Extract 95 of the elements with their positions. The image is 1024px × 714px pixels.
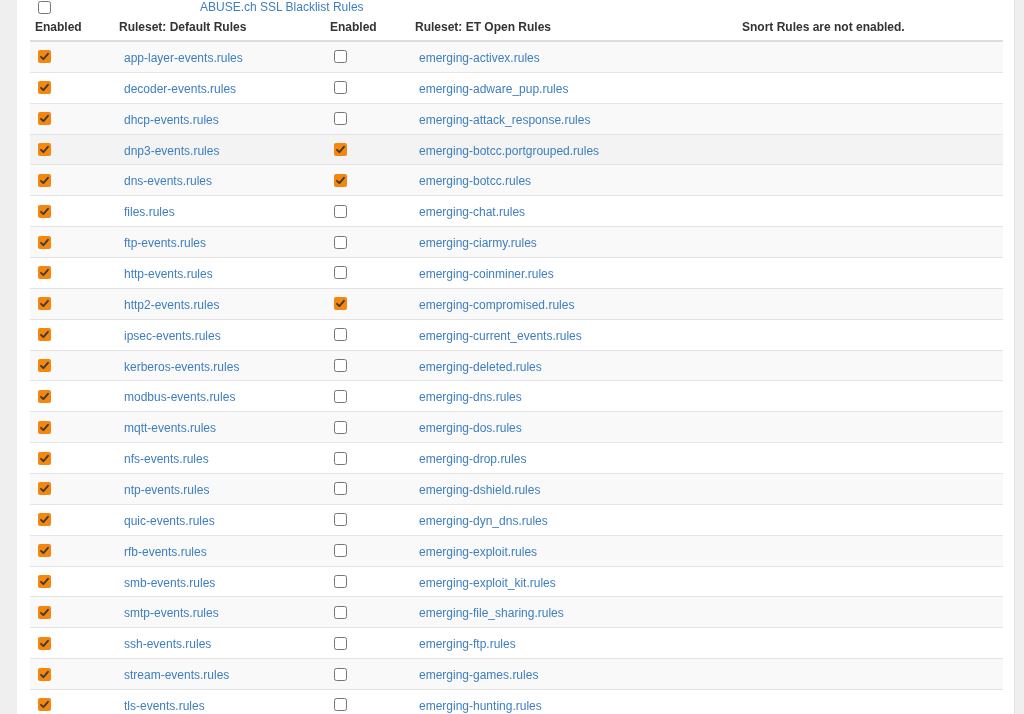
checkbox[interactable] bbox=[38, 143, 51, 156]
checkbox[interactable] bbox=[334, 143, 347, 156]
checkbox[interactable] bbox=[334, 173, 347, 187]
rule-link[interactable]: emerging-file_sharing.rules bbox=[419, 606, 564, 621]
checkbox[interactable] bbox=[38, 0, 51, 14]
rule-link[interactable]: emerging-ftp.rules bbox=[419, 637, 516, 652]
rule-link[interactable]: emerging-botcc.portgrouped.rules bbox=[419, 143, 600, 158]
checkbox[interactable] bbox=[38, 297, 51, 311]
checkbox[interactable] bbox=[334, 266, 347, 280]
rule-link[interactable]: emerging-hunting.rules bbox=[419, 698, 542, 713]
checkbox[interactable] bbox=[38, 544, 51, 558]
checkbox[interactable] bbox=[38, 235, 51, 249]
checkbox[interactable] bbox=[334, 667, 347, 681]
checkbox[interactable] bbox=[38, 451, 51, 465]
rule-link[interactable]: emerging-botcc.rules bbox=[419, 174, 532, 189]
column-header: Snort Rules are not enabled. bbox=[742, 20, 905, 34]
rule-link[interactable]: emerging-compromised.rules bbox=[419, 297, 575, 312]
checkbox[interactable] bbox=[38, 482, 51, 496]
checkbox[interactable] bbox=[334, 81, 347, 95]
checkbox[interactable] bbox=[334, 297, 347, 311]
rule-link[interactable]: emerging-dos.rules bbox=[419, 421, 522, 436]
rule-link[interactable]: kerberos-events.rules bbox=[124, 359, 240, 374]
checkbox[interactable] bbox=[38, 698, 51, 712]
checkbox[interactable] bbox=[334, 50, 347, 64]
rule-link[interactable]: emerging-attack_response.rules bbox=[419, 112, 591, 127]
checkbox[interactable] bbox=[38, 667, 51, 681]
rule-link[interactable]: emerging-activex.rules bbox=[419, 50, 540, 65]
rule-link[interactable]: emerging-deleted.rules bbox=[419, 359, 542, 374]
checkbox[interactable] bbox=[38, 328, 51, 342]
checkbox[interactable] bbox=[334, 605, 347, 619]
column-header: Ruleset: Default Rules bbox=[119, 20, 247, 34]
checkbox[interactable] bbox=[334, 389, 347, 403]
checkbox[interactable] bbox=[334, 112, 347, 126]
checkbox[interactable] bbox=[334, 359, 347, 372]
rule-link[interactable]: ntp-events.rules bbox=[124, 482, 210, 497]
rule-link[interactable]: dhcp-events.rules bbox=[124, 112, 219, 127]
rule-link[interactable]: ipsec-events.rules bbox=[124, 328, 221, 343]
rule-link[interactable]: emerging-current_events.rules bbox=[419, 328, 582, 343]
column-header: Enabled bbox=[35, 20, 82, 34]
rule-link[interactable]: emerging-coinminer.rules bbox=[419, 266, 554, 281]
checkbox[interactable] bbox=[334, 420, 347, 434]
rule-link[interactable]: smb-events.rules bbox=[124, 575, 216, 590]
rule-link[interactable]: app-layer-events.rules bbox=[124, 50, 243, 65]
checkbox[interactable] bbox=[38, 513, 51, 527]
rule-link[interactable]: emerging-drop.rules bbox=[419, 452, 527, 467]
checkbox[interactable] bbox=[334, 698, 347, 712]
checkbox[interactable] bbox=[38, 81, 51, 95]
checkbox[interactable] bbox=[38, 50, 51, 64]
checkbox[interactable] bbox=[38, 575, 51, 589]
checkbox[interactable] bbox=[38, 636, 51, 650]
checkbox[interactable] bbox=[38, 605, 51, 619]
checkbox[interactable] bbox=[334, 544, 347, 558]
rule-link[interactable]: smtp-events.rules bbox=[124, 606, 219, 621]
rule-link[interactable]: emerging-dshield.rules bbox=[419, 482, 541, 497]
checkbox[interactable] bbox=[38, 204, 51, 218]
checkbox[interactable] bbox=[38, 266, 51, 280]
rule-link[interactable]: emerging-games.rules bbox=[419, 668, 539, 683]
rule-link[interactable]: nfs-events.rules bbox=[124, 452, 209, 467]
rule-link[interactable]: ftp-events.rules bbox=[124, 236, 207, 251]
rule-link[interactable]: ssh-events.rules bbox=[124, 637, 212, 652]
rule-link[interactable]: ABUSE.ch SSL Blacklist Rules bbox=[200, 0, 364, 14]
checkbox[interactable] bbox=[334, 235, 347, 249]
rule-link[interactable]: quic-events.rules bbox=[124, 513, 215, 528]
rule-link[interactable]: emerging-exploit.rules bbox=[419, 544, 538, 559]
rule-link[interactable]: files.rules bbox=[124, 205, 175, 220]
rule-link[interactable]: http-events.rules bbox=[124, 266, 213, 281]
checkbox[interactable] bbox=[334, 482, 347, 496]
rule-link[interactable]: mqtt-events.rules bbox=[124, 421, 217, 436]
rule-link[interactable]: http2-events.rules bbox=[124, 297, 220, 312]
column-header: Ruleset: ET Open Rules bbox=[415, 20, 552, 34]
rule-link[interactable]: dns-events.rules bbox=[124, 174, 213, 189]
checkbox[interactable] bbox=[334, 636, 347, 650]
rule-link[interactable]: modbus-events.rules bbox=[124, 390, 236, 405]
checkbox[interactable] bbox=[334, 204, 347, 218]
checkbox[interactable] bbox=[38, 173, 51, 187]
rule-link[interactable]: stream-events.rules bbox=[124, 668, 230, 683]
rule-link[interactable]: emerging-dyn_dns.rules bbox=[419, 513, 548, 528]
rule-link[interactable]: emerging-adware_pup.rules bbox=[419, 81, 569, 96]
rule-link[interactable]: emerging-chat.rules bbox=[419, 205, 526, 220]
checkbox[interactable] bbox=[334, 451, 347, 465]
checkbox[interactable] bbox=[38, 420, 51, 434]
rule-link[interactable]: emerging-exploit_kit.rules bbox=[419, 575, 556, 590]
checkbox[interactable] bbox=[334, 328, 347, 342]
checkbox[interactable] bbox=[38, 112, 51, 126]
rule-link[interactable]: rfb-events.rules bbox=[124, 544, 207, 559]
rule-link[interactable]: dnp3-events.rules bbox=[124, 143, 220, 158]
column-header: Enabled bbox=[330, 20, 377, 34]
checkbox[interactable] bbox=[334, 513, 347, 527]
rule-link[interactable]: decoder-events.rules bbox=[124, 81, 237, 96]
checkbox[interactable] bbox=[334, 575, 347, 589]
rule-link[interactable]: emerging-dns.rules bbox=[419, 390, 522, 405]
checkbox[interactable] bbox=[38, 389, 51, 403]
rule-link[interactable]: emerging-ciarmy.rules bbox=[419, 236, 537, 251]
checkbox[interactable] bbox=[38, 359, 51, 372]
rule-link[interactable]: tls-events.rules bbox=[124, 698, 205, 713]
